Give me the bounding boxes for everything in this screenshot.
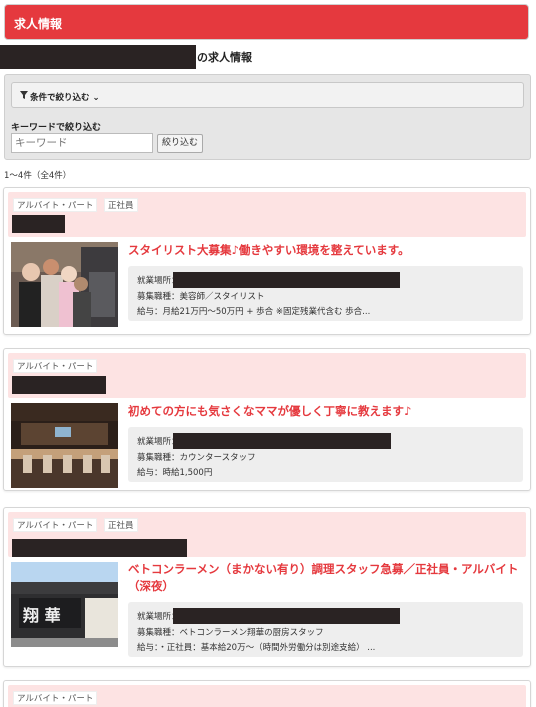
chevron-down-icon: ⌄: [92, 93, 100, 103]
job-card[interactable]: アルバイト・パート 正社員 スタイリスト大募集♪働きやすい環境を整えています。 …: [3, 187, 531, 335]
job-photo[interactable]: [11, 242, 118, 327]
redacted-address: [173, 608, 400, 624]
job-details: 就業場所： 募集職種：美容師／スタイリスト 給与：月給21万円～50万円 + 歩…: [128, 266, 523, 321]
page-title: 求人情報: [14, 17, 63, 31]
job-details: 就業場所： 募集職種：カウンタースタッフ 給与：時給1,500円: [128, 427, 523, 482]
job-salary: 給与：月給21万円～50万円 + 歩合 ※固定残業代含む 歩合...: [137, 307, 371, 317]
job-salary: 給与：時給1,500円: [137, 468, 213, 478]
job-card-header: アルバイト・パート 正社員: [8, 512, 526, 557]
employment-tag: アルバイト・パート: [13, 518, 98, 532]
job-role: 募集職種：ベトコンラーメン翔華の厨房スタッフ: [137, 628, 324, 638]
job-role: 募集職種：カウンタースタッフ: [137, 453, 256, 463]
job-card[interactable]: アルバイト・パート: [3, 680, 531, 707]
employment-tag: 正社員: [104, 518, 138, 532]
svg-text:翔 華: 翔 華: [22, 606, 61, 625]
filter-submit-button[interactable]: 絞り込む: [157, 134, 203, 153]
page-subtitle: の求人情報: [197, 51, 252, 64]
redacted-company-name: [0, 45, 196, 69]
employment-tag: アルバイト・パート: [13, 198, 98, 212]
condition-filter-label: 条件で絞り込む ⌄: [30, 93, 100, 103]
page-header: 求人情報: [4, 4, 529, 40]
job-card[interactable]: アルバイト・パート 正社員 翔 華 ベトコンラーメン（まかない有り）調理スタッフ…: [3, 507, 531, 667]
keyword-label: キーワードで絞り込む: [11, 123, 102, 133]
keyword-input[interactable]: [11, 133, 153, 153]
job-photo[interactable]: [11, 403, 118, 488]
job-headline[interactable]: スタイリスト大募集♪働きやすい環境を整えています。: [128, 242, 524, 259]
redacted-address: [173, 433, 391, 449]
job-card[interactable]: アルバイト・パート 初めての方にも気さくなママが優しく丁寧に教えます♪ 就業場所…: [3, 348, 531, 491]
job-card-header: アルバイト・パート: [8, 685, 526, 707]
job-role: 募集職種：美容師／スタイリスト: [137, 292, 265, 302]
job-card-header: アルバイト・パート: [8, 353, 526, 398]
employment-tag: 正社員: [104, 198, 138, 212]
redacted-shop-name: [12, 376, 106, 394]
job-salary: 給与：・正社員：基本給20万～（時間外労働分は別途支給） ...: [137, 643, 376, 653]
job-headline[interactable]: ベトコンラーメン（まかない有り）調理スタッフ急募／正社員・アルバイト （深夜）: [128, 561, 524, 595]
job-headline[interactable]: 初めての方にも気さくなママが優しく丁寧に教えます♪: [128, 403, 524, 420]
job-card-header: アルバイト・パート 正社員: [8, 192, 526, 237]
condition-filter-toggle[interactable]: 条件で絞り込む ⌄: [11, 82, 524, 108]
employment-tag: アルバイト・パート: [13, 359, 98, 373]
filter-icon: [20, 91, 28, 102]
redacted-shop-name: [12, 215, 65, 233]
redacted-shop-name: [12, 539, 187, 557]
job-photo[interactable]: 翔 華: [11, 562, 118, 647]
job-details: 就業場所： 募集職種：ベトコンラーメン翔華の厨房スタッフ 給与：・正社員：基本給…: [128, 602, 523, 657]
result-count: 1～4件（全4件）: [4, 171, 72, 181]
filter-panel: 条件で絞り込む ⌄ キーワードで絞り込む 絞り込む: [4, 74, 531, 160]
employment-tag: アルバイト・パート: [13, 691, 98, 705]
redacted-address: [173, 272, 400, 288]
